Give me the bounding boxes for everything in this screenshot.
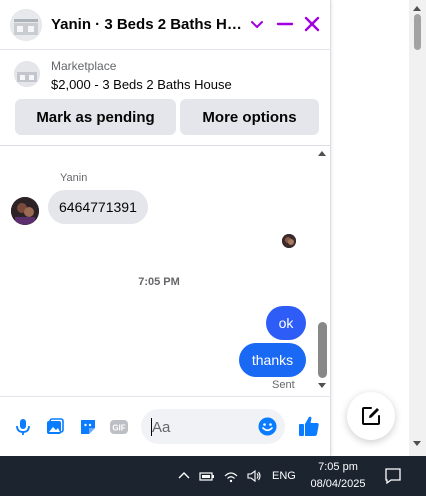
listing-kind: Marketplace [51,59,117,73]
clock-date[interactable]: 08/04/2025 [305,478,371,490]
notification-icon[interactable] [384,467,402,485]
outgoing-message[interactable]: thanks [239,343,306,377]
time-divider: 7:05 PM [138,276,180,288]
chat-title[interactable]: Yanin · 3 Beds 2 Baths House [51,16,247,33]
minimize-icon[interactable] [274,13,296,35]
sender-name: Yanin [60,172,88,184]
compose-icon [362,407,380,425]
page-scroll-thumb[interactable] [414,14,421,50]
mark-as-pending-button[interactable]: Mark as pending [15,99,176,135]
taskbar: ENG 7:05 pm 08/04/2025 [0,456,426,496]
battery-icon[interactable] [199,468,215,484]
scroll-down-arrow[interactable] [413,441,421,446]
svg-text:GIF: GIF [112,424,125,433]
chat-window: Yanin · 3 Beds 2 Baths House Marketplace… [0,0,331,456]
message-thread[interactable]: Yanin 6464771391 7:05 PM ok thanks Sent [0,146,331,396]
chevron-down-icon[interactable] [250,16,264,32]
microphone-icon[interactable] [13,417,33,437]
photo-icon[interactable] [45,417,65,437]
message-composer: GIF Aa [0,396,331,456]
chat-header[interactable]: Yanin · 3 Beds 2 Baths House [0,0,331,50]
new-message-button[interactable] [347,392,395,440]
wifi-icon[interactable] [223,468,239,484]
listing-price-title[interactable]: $2,000 - 3 Beds 2 Baths House [51,77,232,92]
thread-scrollbar[interactable] [314,146,331,396]
listing-thumbnail[interactable] [14,61,40,87]
page-scrollbar[interactable] [409,0,426,456]
more-options-button[interactable]: More options [180,99,319,135]
incoming-message[interactable]: 6464771391 [48,190,148,224]
read-receipt-avatar [282,234,296,248]
close-icon[interactable] [301,13,323,35]
volume-icon[interactable] [246,468,262,484]
sticker-icon[interactable] [78,417,98,437]
input-language[interactable]: ENG [272,470,296,482]
thread-scroll-up-arrow[interactable] [318,151,326,156]
thumbs-up-icon[interactable] [297,414,321,438]
clock-time[interactable]: 7:05 pm [305,461,371,473]
message-input-placeholder: Aa [152,419,171,436]
avatar[interactable] [11,197,39,225]
thread-scroll-thumb[interactable] [318,322,327,378]
message-status: Sent [272,379,295,391]
outgoing-message[interactable]: ok [266,306,306,340]
chevron-up-icon[interactable] [176,468,192,484]
gif-icon[interactable]: GIF [109,417,129,437]
listing-avatar[interactable] [10,9,42,41]
emoji-icon[interactable] [258,417,277,436]
marketplace-listing-panel: Marketplace $2,000 - 3 Beds 2 Baths Hous… [0,50,331,146]
scroll-up-arrow[interactable] [413,6,421,11]
thread-scroll-down-arrow[interactable] [318,383,326,388]
message-input[interactable]: Aa [141,409,285,444]
